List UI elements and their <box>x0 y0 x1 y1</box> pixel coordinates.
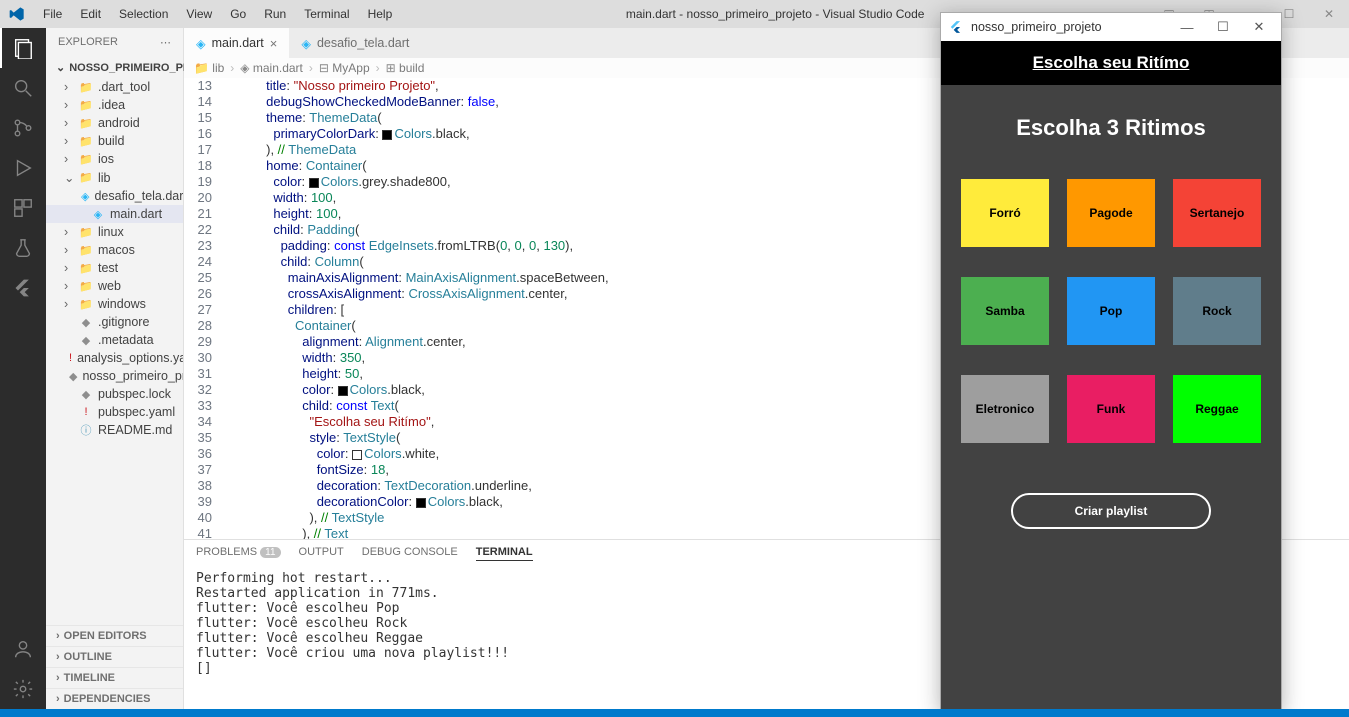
breadcrumb-item[interactable]: ◈ main.dart <box>240 61 303 75</box>
menu-view[interactable]: View <box>177 7 221 21</box>
tree-item[interactable]: ›📁linux <box>46 223 183 241</box>
extensions-icon[interactable] <box>0 188 46 228</box>
app-header: Escolha seu Ritímo <box>941 41 1281 85</box>
search-icon[interactable] <box>0 68 46 108</box>
breadcrumb-item[interactable]: ⊟ MyApp <box>319 61 370 75</box>
flutter-logo-icon <box>949 20 963 34</box>
breadcrumb-item[interactable]: 📁 lib <box>194 61 224 75</box>
explorer-title: EXPLORER <box>58 36 118 49</box>
menu-help[interactable]: Help <box>359 7 402 21</box>
sidebar-panel[interactable]: ›OPEN EDITORS <box>46 625 183 646</box>
close-icon[interactable]: ✕ <box>1309 7 1349 21</box>
menu-edit[interactable]: Edit <box>71 7 110 21</box>
menu-bar: FileEditSelectionViewGoRunTerminalHelp <box>34 7 401 21</box>
menu-go[interactable]: Go <box>221 7 255 21</box>
more-icon[interactable]: ⋯ <box>160 36 171 49</box>
tree-item[interactable]: ›📁ios <box>46 150 183 168</box>
menu-run[interactable]: Run <box>255 7 295 21</box>
menu-file[interactable]: File <box>34 7 71 21</box>
tree-item[interactable]: !analysis_options.yaml <box>46 349 183 367</box>
panel-tab-problems[interactable]: PROBLEMS11 <box>196 546 281 561</box>
tree-item[interactable]: ›📁web <box>46 277 183 295</box>
emulator-close-icon[interactable]: ✕ <box>1245 19 1273 35</box>
status-bar[interactable] <box>0 709 1349 717</box>
sidebar-panel[interactable]: ›OUTLINE <box>46 646 183 667</box>
editor-tab[interactable]: ◈desafio_tela.dart <box>289 28 421 58</box>
tree-item[interactable]: ◈desafio_tela.dart <box>46 187 183 205</box>
tree-item[interactable]: ›📁build <box>46 132 183 150</box>
editor-tab[interactable]: ◈main.dart× <box>184 28 289 58</box>
app-subtitle: Escolha 3 Ritimos <box>961 115 1261 141</box>
explorer-sidebar: EXPLORER ⋯ ⌄NOSSO_PRIMEIRO_PROJETO ›📁.da… <box>46 28 184 709</box>
explorer-icon[interactable] <box>0 28 46 68</box>
tree-item[interactable]: ⌄📁lib <box>46 168 183 187</box>
emulator-maximize-icon[interactable]: ☐ <box>1209 19 1237 35</box>
tree-item[interactable]: ◈main.dart <box>46 205 183 223</box>
tree-item[interactable]: ›📁.dart_tool <box>46 78 183 96</box>
menu-selection[interactable]: Selection <box>110 7 177 21</box>
flutter-emulator-window: nosso_primeiro_projeto — ☐ ✕ Escolha seu… <box>940 12 1282 712</box>
testing-icon[interactable] <box>0 228 46 268</box>
settings-gear-icon[interactable] <box>0 669 46 709</box>
menu-terminal[interactable]: Terminal <box>295 7 358 21</box>
file-tree: ›📁.dart_tool›📁.idea›📁android›📁build›📁ios… <box>46 78 183 625</box>
emulator-title: nosso_primeiro_projeto <box>971 20 1102 34</box>
tree-item[interactable]: ›📁.idea <box>46 96 183 114</box>
rhythm-cell[interactable]: Rock <box>1173 277 1261 345</box>
flutter-icon[interactable] <box>0 268 46 308</box>
emulator-minimize-icon[interactable]: — <box>1173 20 1201 35</box>
tree-item[interactable]: ›📁test <box>46 259 183 277</box>
tree-item[interactable]: ◆pubspec.lock <box>46 385 183 403</box>
tree-item[interactable]: ›📁windows <box>46 295 183 313</box>
rhythm-cell[interactable]: Funk <box>1067 375 1155 443</box>
breadcrumb-item[interactable]: ⊞ build <box>386 61 425 75</box>
rhythm-cell[interactable]: Eletronico <box>961 375 1049 443</box>
rhythm-cell[interactable]: Pop <box>1067 277 1155 345</box>
rhythm-cell[interactable]: Sertanejo <box>1173 179 1261 247</box>
emulator-titlebar: nosso_primeiro_projeto — ☐ ✕ <box>941 13 1281 41</box>
rhythm-cell[interactable]: Reggae <box>1173 375 1261 443</box>
run-debug-icon[interactable] <box>0 148 46 188</box>
sidebar-panel[interactable]: ›TIMELINE <box>46 667 183 688</box>
activity-bar <box>0 28 46 709</box>
rhythm-cell[interactable]: Samba <box>961 277 1049 345</box>
tree-item[interactable]: ›📁macos <box>46 241 183 259</box>
project-root[interactable]: ⌄NOSSO_PRIMEIRO_PROJETO <box>46 57 183 78</box>
vscode-logo-icon <box>0 6 34 22</box>
sidebar-panel[interactable]: ›DEPENDENCIES <box>46 688 183 709</box>
create-playlist-button[interactable]: Criar playlist <box>1011 493 1211 529</box>
rhythm-cell[interactable]: Pagode <box>1067 179 1155 247</box>
tree-item[interactable]: ◆nosso_primeiro_proje... <box>46 367 183 385</box>
tree-item[interactable]: ⓘREADME.md <box>46 421 183 439</box>
panel-tab-output[interactable]: OUTPUT <box>299 546 344 561</box>
tree-item[interactable]: ◆.gitignore <box>46 313 183 331</box>
panel-tab-debug-console[interactable]: DEBUG CONSOLE <box>362 546 458 561</box>
source-control-icon[interactable] <box>0 108 46 148</box>
emulator-app-surface: Escolha seu Ritímo Escolha 3 Ritimos For… <box>941 41 1281 711</box>
panel-tab-terminal[interactable]: TERMINAL <box>476 546 533 561</box>
tree-item[interactable]: ›📁android <box>46 114 183 132</box>
rhythm-cell[interactable]: Forró <box>961 179 1049 247</box>
rhythm-grid: Forró Pagode Sertanejo Samba Pop Rock Eletroni… <box>961 179 1261 443</box>
tree-item[interactable]: !pubspec.yaml <box>46 403 183 421</box>
accounts-icon[interactable] <box>0 629 46 669</box>
tree-item[interactable]: ◆.metadata <box>46 331 183 349</box>
